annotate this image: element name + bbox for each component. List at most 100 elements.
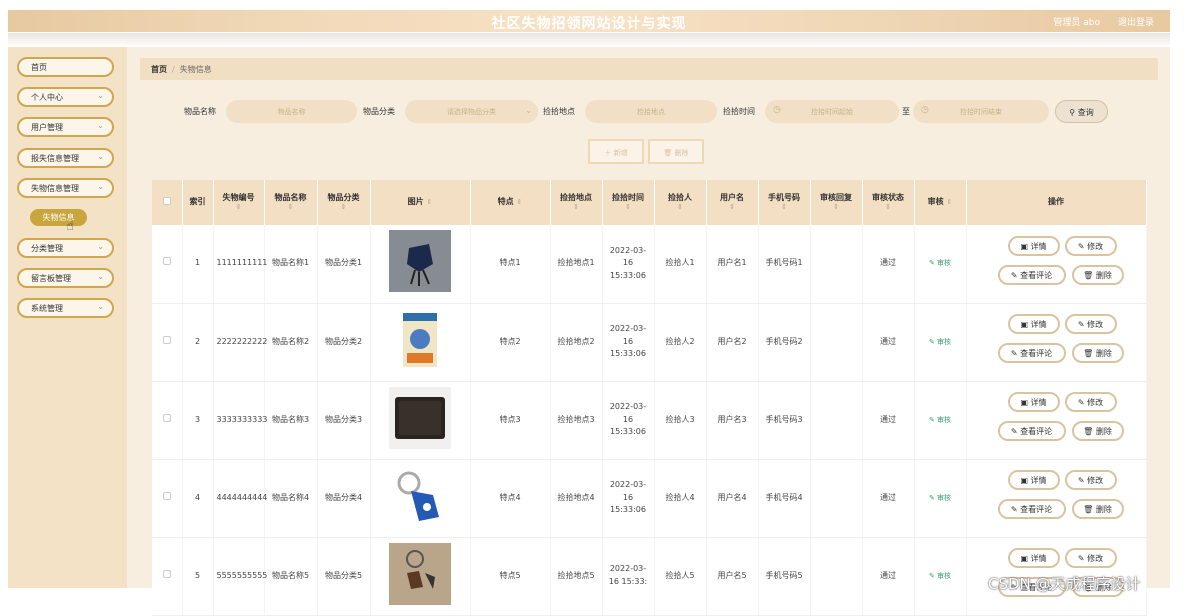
- chevron-down-icon: ⌄: [97, 272, 104, 281]
- edit-button[interactable]: ✎ 修改: [1064, 548, 1117, 568]
- sidebar-item[interactable]: 系统管理 ⌄: [17, 298, 114, 318]
- row-checkbox[interactable]: [162, 569, 171, 578]
- breadcrumb-home[interactable]: 首页: [151, 65, 167, 74]
- col-name[interactable]: 物品名称 ⇕: [264, 180, 318, 225]
- sort-icon: ⇕: [677, 203, 683, 212]
- sort-icon: ⇕: [235, 203, 242, 212]
- review-link[interactable]: ✎ 审核: [929, 494, 951, 502]
- sort-icon: ⇕: [573, 203, 579, 212]
- row-checkbox[interactable]: [162, 413, 171, 422]
- edit-icon: ✎: [928, 571, 935, 580]
- cell-username: 用户名2: [706, 303, 759, 382]
- table-row: 4 4444444444 物品名称4 物品分类4 特点4 捡拾地点4 2022-03-16 …: [152, 459, 1147, 538]
- top-banner: 社区失物招领网站设计与实现 管理员 abo 退出登录: [8, 10, 1170, 32]
- item-photo[interactable]: [389, 464, 451, 527]
- detail-button[interactable]: ▣ 详情: [1007, 470, 1060, 490]
- col-finder-label: 捡拾人: [668, 192, 692, 202]
- col-image[interactable]: 图片 ⇕: [370, 180, 471, 225]
- delete-button[interactable]: 🗑 删除: [1071, 343, 1124, 363]
- col-phone[interactable]: 手机号码 ⇕: [758, 180, 811, 225]
- detail-button[interactable]: ▣ 详情: [1007, 392, 1060, 412]
- batch-delete-button[interactable]: 🗑 删除: [648, 139, 704, 164]
- cell-review: ✎ 审核: [914, 459, 967, 538]
- sort-icon: ⇕: [340, 203, 347, 212]
- chevron-down-icon: ⌄: [97, 242, 104, 251]
- sidebar-item[interactable]: 首页: [17, 57, 114, 77]
- col-ops: 操作: [966, 180, 1147, 225]
- view-comments-label: 查看评论: [1020, 427, 1053, 436]
- delete-button[interactable]: 🗑 删除: [1071, 499, 1124, 519]
- col-reply[interactable]: 审核回复 ⇕: [810, 180, 863, 225]
- col-status[interactable]: 审核状态 ⇕: [862, 180, 915, 225]
- sidebar-item[interactable]: 用户管理 ⌄: [17, 117, 114, 137]
- cell-ops: ▣ 详情 ✎ 修改 ✎ 查看评论 🗑 删除: [966, 459, 1147, 538]
- edit-icon: ✎: [928, 259, 935, 268]
- add-button-label: 新增: [613, 149, 628, 157]
- sidebar-item-label: 报失信息管理: [31, 154, 79, 163]
- row-checkbox[interactable]: [162, 335, 171, 344]
- col-time[interactable]: 捡拾时间 ⇕: [602, 180, 655, 225]
- sidebar-item[interactable]: 失物信息管理 ⌄: [17, 178, 114, 198]
- review-link[interactable]: ✎ 审核: [929, 572, 951, 580]
- col-feature[interactable]: 特点 ⇕: [470, 180, 551, 225]
- sidebar-item[interactable]: 留言板管理 ⌄: [17, 268, 114, 288]
- view-comments-button[interactable]: ✎ 查看评论: [997, 421, 1066, 441]
- sort-icon: ⇕: [946, 198, 953, 207]
- item-photo[interactable]: [389, 542, 451, 605]
- col-finder[interactable]: 捡拾人 ⇕: [654, 180, 707, 225]
- delete-button[interactable]: 🗑 删除: [1071, 264, 1124, 285]
- name-filter-input[interactable]: 物品名称: [226, 100, 357, 123]
- item-photo[interactable]: [389, 386, 451, 449]
- place-filter-input[interactable]: 捡拾地点: [585, 100, 717, 123]
- search-icon: ⚲: [1069, 108, 1076, 117]
- delete-button-label: 删除: [1095, 349, 1112, 358]
- review-link[interactable]: ✎ 审核: [929, 416, 951, 424]
- item-photo[interactable]: [389, 230, 451, 293]
- time-start-input[interactable]: ◷ 捡拾时间起始: [765, 100, 899, 123]
- edit-button[interactable]: ✎ 修改: [1064, 392, 1117, 412]
- edit-button[interactable]: ✎ 修改: [1064, 235, 1117, 256]
- detail-button[interactable]: ▣ 详情: [1007, 235, 1060, 256]
- col-phone-label: 手机号码: [768, 192, 800, 202]
- time-end-input[interactable]: ◷ 捡拾时间结束: [913, 100, 1049, 123]
- col-username[interactable]: 用户名 ⇕: [706, 180, 759, 225]
- row-select-cell: [152, 225, 183, 304]
- view-comments-button[interactable]: ✎ 查看评论: [997, 499, 1066, 519]
- logout-link[interactable]: 退出登录: [1118, 15, 1154, 28]
- detail-button[interactable]: ▣ 详情: [1007, 314, 1060, 334]
- cell-index: 1: [182, 225, 214, 304]
- category-filter-label: 物品分类: [363, 107, 395, 116]
- row-checkbox[interactable]: [162, 257, 171, 266]
- review-link[interactable]: ✎ 审核: [929, 259, 951, 267]
- cell-review: ✎ 审核: [914, 225, 967, 304]
- cell-name: 物品名称1: [264, 225, 318, 304]
- cell-feature: 特点3: [470, 381, 551, 460]
- view-comments-button[interactable]: ✎ 查看评论: [997, 343, 1066, 363]
- col-review[interactable]: 审核 ⇕: [914, 180, 967, 225]
- sidebar-item[interactable]: 分类管理 ⌄: [17, 238, 114, 258]
- select-all-checkbox[interactable]: [162, 196, 171, 205]
- delete-button[interactable]: 🗑 删除: [1071, 421, 1124, 441]
- sidebar-item[interactable]: 个人中心 ⌄: [17, 87, 114, 107]
- edit-button[interactable]: ✎ 修改: [1064, 314, 1117, 334]
- sidebar-item[interactable]: 报失信息管理 ⌄: [17, 148, 114, 168]
- detail-button[interactable]: ▣ 详情: [1007, 548, 1060, 568]
- item-photo[interactable]: [389, 308, 451, 371]
- category-filter-select[interactable]: 请选择物品分类 ⌄: [405, 100, 538, 123]
- view-comments-button[interactable]: ✎ 查看评论: [997, 264, 1066, 285]
- add-button[interactable]: ＋ 新增: [588, 139, 644, 164]
- edit-button[interactable]: ✎ 修改: [1064, 470, 1117, 490]
- review-link-label: 审核: [937, 415, 952, 424]
- category-filter-placeholder: 请选择物品分类: [447, 108, 496, 116]
- sidebar-subitem-lost-items[interactable]: 失物信息: [30, 209, 87, 226]
- col-place[interactable]: 捡拾地点 ⇕: [550, 180, 603, 225]
- review-link[interactable]: ✎ 审核: [929, 338, 951, 346]
- cell-name: 物品名称4: [264, 459, 318, 538]
- edit-icon: ✎: [928, 337, 935, 346]
- sort-icon: ⇕: [516, 198, 523, 207]
- cell-status: 通过: [862, 459, 915, 538]
- search-button[interactable]: ⚲ 查询: [1055, 100, 1108, 123]
- col-code[interactable]: 失物编号 ⇕: [213, 180, 265, 225]
- row-checkbox[interactable]: [162, 491, 171, 500]
- col-category[interactable]: 物品分类 ⇕: [317, 180, 371, 225]
